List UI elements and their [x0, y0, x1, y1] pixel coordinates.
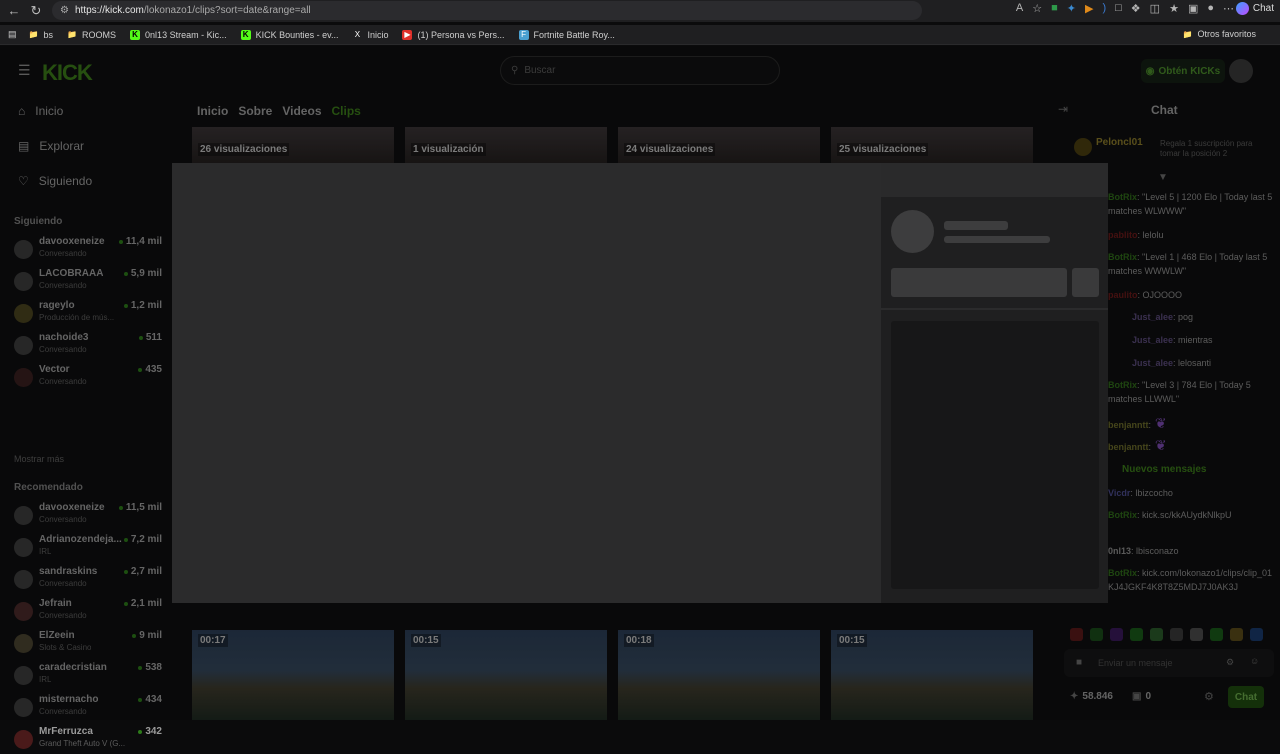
reload-icon[interactable]: ↻: [25, 3, 47, 19]
split-screen-icon[interactable]: ◫: [1150, 2, 1160, 15]
skeleton-line: [944, 236, 1050, 243]
folder-icon: 📁: [28, 30, 39, 39]
url-host: https://kick.com: [74, 5, 144, 16]
copilot-icon: [1235, 2, 1249, 15]
viewer-count: 342: [138, 726, 162, 737]
youtube-icon: ▶: [402, 29, 413, 40]
favorite-star-icon[interactable]: ☆: [1032, 2, 1042, 15]
channel-category: Grand Theft Auto V (G...: [39, 739, 126, 748]
channel-name: MrFerruzca: [39, 726, 93, 737]
extension-icon[interactable]: ): [1102, 2, 1106, 15]
bookmark-bs[interactable]: 📁 bs: [29, 30, 54, 40]
skeleton-line: [944, 221, 1008, 230]
other-bookmarks-label: Otros favoritos: [1197, 29, 1256, 39]
skeleton-avatar: [891, 210, 934, 253]
extensions-puzzle-icon[interactable]: ❖: [1131, 2, 1141, 15]
bookmark-label: 0nl13 Stream - Kic...: [145, 29, 227, 40]
extension-icon[interactable]: □: [1115, 2, 1122, 15]
bookmark-0nl13[interactable]: K 0nl13 Stream - Kic...: [130, 29, 227, 40]
bookmark-label: Inicio: [367, 29, 389, 40]
skeleton-comments: [891, 321, 1099, 589]
bookmark-label: (1) Persona vs Pers...: [417, 29, 505, 40]
copilot-chat-button[interactable]: Chat: [1235, 2, 1274, 15]
kick-icon: K: [130, 29, 141, 40]
viewer-count-value: 342: [145, 726, 162, 737]
other-bookmarks[interactable]: 📁 Otros favoritos: [1182, 29, 1256, 39]
kick-icon: K: [240, 29, 251, 40]
bookmark-rooms[interactable]: 📁 ROOMS: [67, 30, 116, 40]
read-aloud-icon[interactable]: A: [1016, 2, 1023, 15]
url-path: /lokonazo1/clips?sort=date&range=all: [143, 5, 311, 16]
extension-icon[interactable]: ■: [1051, 2, 1058, 15]
bookmark-kick-bounties[interactable]: K KICK Bounties - ev...: [240, 29, 339, 40]
live-dot: [138, 729, 143, 734]
folder-icon: 📁: [1182, 29, 1193, 39]
bookmark-label: Fortnite Battle Roy...: [533, 29, 615, 40]
site-info-icon[interactable]: ⚙: [60, 5, 69, 16]
recommended-channel[interactable]: MrFerruzca Grand Theft Auto V (G... 342: [14, 726, 162, 754]
back-icon[interactable]: ←: [3, 3, 25, 18]
bookmark-label: bs: [43, 29, 54, 40]
address-bar[interactable]: ⚙ https://kick.com/lokonazo1/clips?sort=…: [52, 1, 922, 20]
clip-video-placeholder: [172, 163, 881, 603]
more-menu-icon[interactable]: ⋯: [1223, 2, 1234, 15]
collections-icon[interactable]: ▣: [1188, 2, 1198, 15]
tab-actions-icon[interactable]: ▤: [8, 29, 17, 40]
bookmark-label: ROOMS: [82, 29, 117, 40]
skeleton-header: [881, 163, 1108, 197]
profile-avatar[interactable]: ●: [1207, 2, 1214, 15]
extension-bar: A ☆ ■ ✦ ▶ ) □ ❖ ◫ ★ ▣ ● ⋯: [1016, 2, 1234, 15]
skeleton-divider: [881, 308, 1108, 310]
favorites-icon[interactable]: ★: [1169, 2, 1179, 15]
browser-toolbar: ← ↻ ⚙ https://kick.com/lokonazo1/clips?s…: [0, 0, 1280, 22]
skeleton-button: [1072, 268, 1099, 297]
extension-icon[interactable]: ▶: [1085, 2, 1093, 15]
bookmark-youtube[interactable]: ▶ (1) Persona vs Pers...: [402, 29, 505, 40]
copilot-chat-label: Chat: [1252, 3, 1274, 14]
clip-modal-sidebar: [881, 163, 1108, 603]
bookmarks-bar: ▤ 📁 bs 📁 ROOMS K 0nl13 Stream - Kic... K KIC…: [0, 25, 1280, 45]
skeleton-button: [891, 268, 1067, 297]
clip-modal: [172, 163, 1108, 603]
fortnite-icon: F: [518, 29, 529, 40]
extension-icon[interactable]: ✦: [1067, 2, 1076, 15]
avatar: [14, 730, 33, 749]
x-icon: X: [354, 30, 361, 39]
folder-icon: 📁: [67, 30, 78, 39]
bookmark-x-inicio[interactable]: X Inicio: [352, 29, 389, 40]
bookmark-fortnite[interactable]: F Fortnite Battle Roy...: [518, 29, 615, 40]
bookmark-label: KICK Bounties - ev...: [255, 29, 339, 40]
